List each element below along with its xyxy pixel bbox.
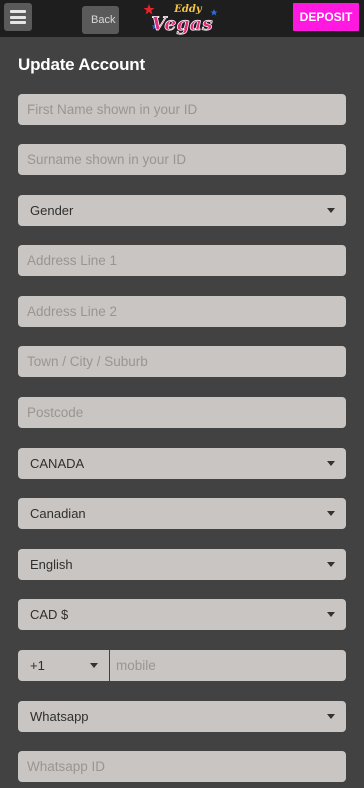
country-select[interactable]: CANADA — [18, 448, 346, 479]
town-field[interactable]: Town / City / Suburb — [18, 346, 346, 377]
address-line-1-field[interactable]: Address Line 1 — [18, 245, 346, 276]
language-value: English — [30, 557, 73, 572]
address-line-2-field[interactable]: Address Line 2 — [18, 296, 346, 327]
nationality-value: Canadian — [30, 506, 86, 521]
top-bar: Back Eddy Vegas DEPOSIT — [0, 0, 364, 37]
chevron-down-icon — [327, 562, 335, 567]
messenger-id-placeholder: Whatsapp ID — [27, 759, 106, 774]
menu-button[interactable] — [4, 3, 32, 31]
deposit-button[interactable]: DEPOSIT — [293, 3, 359, 31]
messenger-value: Whatsapp — [30, 709, 89, 724]
logo-text-main: Vegas — [151, 13, 213, 35]
messenger-id-field[interactable]: Whatsapp ID — [18, 751, 346, 782]
back-button-label: Back — [82, 6, 119, 34]
nationality-select[interactable]: Canadian — [18, 498, 346, 529]
country-value: CANADA — [30, 456, 85, 471]
chevron-down-icon — [327, 714, 335, 719]
messenger-select[interactable]: Whatsapp — [18, 701, 346, 732]
surname-placeholder: Surname shown in your ID — [27, 152, 187, 167]
chevron-down-icon — [327, 612, 335, 617]
mobile-input[interactable]: mobile — [110, 650, 346, 681]
phone-code-value: +1 — [30, 658, 45, 673]
address-line-2-placeholder: Address Line 2 — [27, 304, 118, 319]
chevron-down-icon — [327, 461, 335, 466]
mobile-placeholder: mobile — [116, 658, 156, 673]
gender-value: Gender — [30, 203, 74, 218]
page-title: Update Account — [18, 55, 145, 74]
chevron-down-icon — [327, 208, 335, 213]
town-placeholder: Town / City / Suburb — [27, 354, 148, 369]
back-button[interactable]: Back — [41, 3, 119, 34]
currency-value: CAD $ — [30, 607, 69, 622]
first-name-placeholder: First Name shown in your ID — [27, 102, 198, 117]
first-name-field[interactable]: First Name shown in your ID — [18, 94, 346, 125]
address-line-1-placeholder: Address Line 1 — [27, 253, 118, 268]
language-select[interactable]: English — [18, 549, 346, 580]
surname-field[interactable]: Surname shown in your ID — [18, 144, 346, 175]
chevron-down-icon — [90, 663, 98, 668]
postcode-field[interactable]: Postcode — [18, 397, 346, 428]
gender-select[interactable]: Gender — [18, 195, 346, 226]
chevron-down-icon — [327, 511, 335, 516]
eddy-vegas-logo[interactable]: Eddy Vegas — [142, 1, 222, 36]
hamburger-icon — [10, 10, 26, 13]
currency-select[interactable]: CAD $ — [18, 599, 346, 630]
phone-code-select[interactable]: +1 — [18, 650, 109, 681]
postcode-placeholder: Postcode — [27, 405, 84, 420]
